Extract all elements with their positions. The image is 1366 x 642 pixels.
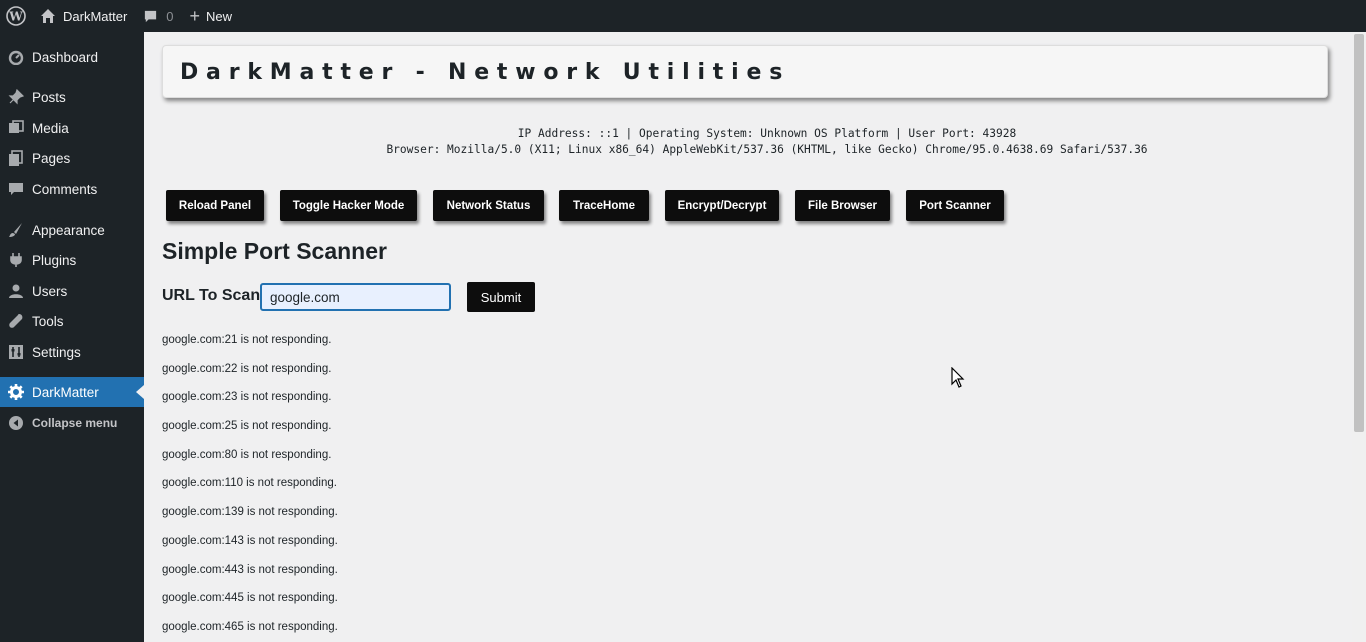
dashboard-icon <box>8 49 24 65</box>
sidebar-item-label: DarkMatter <box>32 384 99 400</box>
brush-icon <box>8 222 24 238</box>
result-line: google.com:23 is not responding. <box>162 391 332 404</box>
plugin-header: DarkMatter - Network Utilities <box>162 45 1328 98</box>
gear-icon <box>8 384 24 400</box>
sidebar-item-label: Media <box>32 120 69 136</box>
pin-icon <box>8 89 24 105</box>
sidebar-item-label: Posts <box>32 89 66 105</box>
tool-button-tracehome[interactable]: TraceHome <box>559 190 649 221</box>
comment-icon <box>143 9 158 24</box>
submit-button[interactable]: Submit <box>467 282 535 312</box>
new-label: New <box>206 8 233 24</box>
svg-text:W: W <box>8 10 23 24</box>
sidebar-item-label: Settings <box>32 344 81 360</box>
mouse-cursor-icon <box>951 367 965 388</box>
result-line: google.com:25 is not responding. <box>162 420 332 433</box>
scan-results: google.com:21 is not responding. google.c… <box>162 332 338 642</box>
result-line: google.com:22 is not responding. <box>162 362 332 375</box>
result-line: google.com:21 is not responding. <box>162 334 332 346</box>
main-content: DarkMatter - Network Utilities IP Addres… <box>144 32 1352 642</box>
admin-sidebar: Dashboard Posts Media Pages Comments Appearan… <box>0 32 144 642</box>
result-line: google.com:443 is not responding. <box>162 563 338 576</box>
sidebar-item-darkmatter[interactable]: DarkMatter <box>0 377 144 407</box>
tool-button-reload-panel[interactable]: Reload Panel <box>166 190 264 221</box>
scrollbar-thumb[interactable] <box>1354 34 1364 432</box>
sidebar-item-label: Comments <box>32 181 98 197</box>
url-input[interactable] <box>260 283 451 311</box>
comments-link[interactable]: 0 <box>135 0 181 32</box>
page-scrollbar[interactable] <box>1352 32 1366 642</box>
result-line: google.com:445 is not responding. <box>162 592 338 605</box>
pages-icon <box>8 150 24 166</box>
sidebar-item-plugins[interactable]: Plugins <box>0 245 144 275</box>
tool-button-file-browser[interactable]: File Browser <box>795 190 890 221</box>
sidebar-item-dashboard[interactable]: Dashboard <box>0 42 144 72</box>
sidebar-item-collapse-menu[interactable]: Collapse menu <box>0 408 144 438</box>
tool-button-port-scanner[interactable]: Port Scanner <box>906 190 1004 221</box>
comments-count: 0 <box>166 8 174 24</box>
result-line: google.com:80 is not responding. <box>162 448 332 461</box>
sidebar-item-appearance[interactable]: Appearance <box>0 215 144 245</box>
sidebar-item-media[interactable]: Media <box>0 113 144 143</box>
sidebar-item-comments[interactable]: Comments <box>0 174 144 204</box>
sidebar-item-label: Collapse menu <box>32 416 118 430</box>
result-line: google.com:110 is not responding. <box>162 477 337 490</box>
wrench-icon <box>8 313 24 329</box>
page-title: DarkMatter - Network Utilities <box>180 60 791 85</box>
browser-info-line: Browser: Mozilla/5.0 (X11; Linux x86_64)… <box>386 143 1148 156</box>
site-name-label: DarkMatter <box>63 8 128 24</box>
wordpress-logo-icon[interactable]: W <box>0 0 32 32</box>
sidebar-item-users[interactable]: Users <box>0 276 144 306</box>
url-label: URL To Scan: <box>162 287 266 304</box>
result-line: google.com:143 is not responding. <box>162 534 338 547</box>
result-line: google.com:465 is not responding. <box>162 620 338 633</box>
collapse-icon <box>8 415 24 431</box>
sidebar-item-label: Appearance <box>32 222 105 238</box>
tool-button-network-status[interactable]: Network Status <box>433 190 544 221</box>
plug-icon <box>8 252 24 268</box>
sidebar-item-posts[interactable]: Posts <box>0 82 144 112</box>
home-icon <box>40 8 56 24</box>
plus-icon: + <box>189 6 201 26</box>
scanner-heading: Simple Port Scanner <box>162 238 387 264</box>
sidebar-item-label: Dashboard <box>32 49 99 65</box>
sidebar-item-settings[interactable]: Settings <box>0 337 144 367</box>
sidebar-item-pages[interactable]: Pages <box>0 143 144 173</box>
settings-icon <box>8 344 24 360</box>
admin-bar: W DarkMatter 0 + New <box>0 0 1366 32</box>
sidebar-item-label: Users <box>32 283 68 299</box>
tool-button-toggle-hacker-mode[interactable]: Toggle Hacker Mode <box>280 190 417 221</box>
result-line: google.com:139 is not responding. <box>162 506 338 519</box>
sidebar-item-label: Pages <box>32 150 71 166</box>
sidebar-item-label: Tools <box>32 313 64 329</box>
site-name-link[interactable]: DarkMatter <box>32 0 135 32</box>
user-icon <box>8 283 24 299</box>
media-icon <box>8 120 24 136</box>
new-content-link[interactable]: + New <box>182 0 241 32</box>
sidebar-item-tools[interactable]: Tools <box>0 306 144 336</box>
tool-button-encrypt-decrypt[interactable]: Encrypt/Decrypt <box>665 190 779 221</box>
sidebar-item-label: Plugins <box>32 252 77 268</box>
comment-icon <box>8 181 24 197</box>
system-info-line: IP Address: ::1 | Operating System: Unkn… <box>517 127 1017 140</box>
